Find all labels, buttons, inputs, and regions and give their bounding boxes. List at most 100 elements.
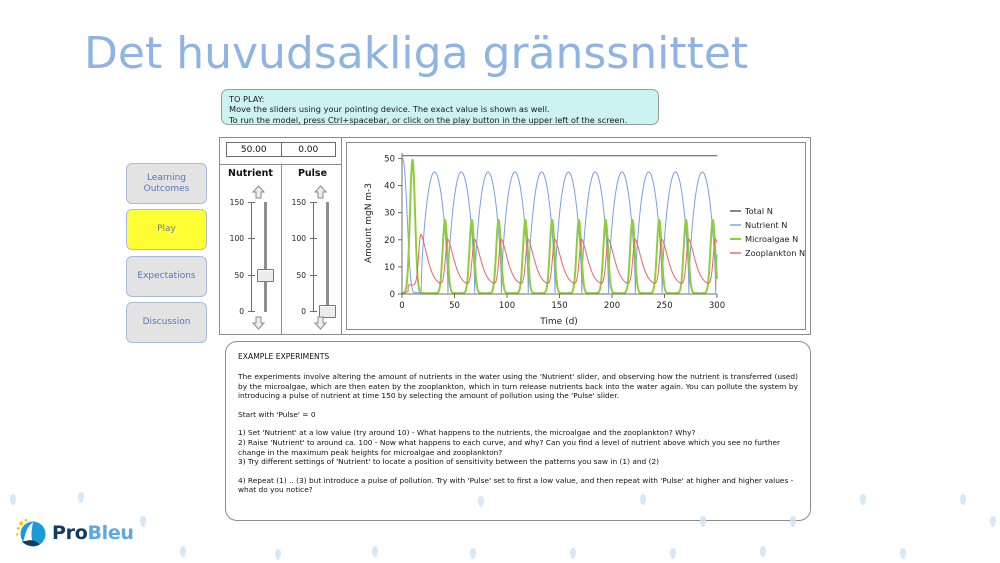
chart-x-ticks: 0 50 100 150 200 250 300	[399, 294, 725, 311]
chart-y-ticks: 0 10 20 30 40 50	[384, 154, 402, 300]
svg-text:250: 250	[656, 301, 672, 311]
experiments-item-2: 2) Raise 'Nutrient' to around ca. 100 - …	[238, 437, 781, 457]
probleu-logo: ProBleu	[14, 515, 159, 551]
sidebar-item-discussion[interactable]: Discussion	[126, 302, 207, 343]
experiments-paragraph-2: Start with 'Pulse' = 0	[238, 409, 316, 419]
svg-text:20: 20	[384, 236, 395, 246]
droplet-icon	[960, 494, 966, 505]
pulse-value-field[interactable]: 0.00	[280, 143, 336, 156]
arrow-up-icon[interactable]	[251, 184, 265, 199]
nutrient-tick-100	[248, 238, 255, 239]
experiments-item-3: 3) Try different settings of 'Nutrient' …	[238, 457, 660, 467]
experiments-item-4: 4) Repeat (1) .. (3) but introduce a pul…	[238, 475, 794, 495]
nutrient-tick-label: 50	[234, 271, 244, 280]
nutrient-slider-handle[interactable]	[257, 269, 274, 282]
experiments-item-1: 1) Set 'Nutrient' at a low value (try ar…	[238, 428, 696, 438]
nutrient-slider-track[interactable]	[264, 202, 267, 312]
droplet-icon	[570, 548, 576, 559]
sidebar-item-label: Play	[157, 224, 176, 234]
to-play-instruction-box: TO PLAY: Move the sliders using your poi…	[221, 89, 659, 125]
pulse-slider-group: Pulse 150 100 50 0	[282, 165, 343, 334]
nutrient-tick-0	[248, 311, 255, 312]
experiments-heading: EXAMPLE EXPERIMENTS	[238, 352, 330, 361]
nutrient-tick-label: 150	[229, 198, 244, 207]
logo-pro-text: Pro	[52, 522, 88, 544]
legend-label: Zooplankton N	[745, 248, 805, 258]
sidebar-item-learning-outcomes[interactable]: Learning Outcomes	[126, 163, 207, 204]
pulse-tick-150	[310, 202, 317, 203]
sidebar-item-label: Expectations	[137, 271, 196, 281]
legend-label: Total N	[744, 206, 773, 216]
nutrient-slider-group: Nutrient 150 100 50 0	[220, 165, 281, 334]
pulse-slider-label: Pulse	[297, 168, 328, 179]
logo-bleu-text: Bleu	[87, 522, 134, 544]
legend-label: Microalgae N	[745, 234, 798, 244]
pulse-tick-label: 100	[291, 234, 306, 243]
to-play-line-1: TO PLAY:	[229, 94, 265, 104]
pulse-tick-50	[310, 275, 317, 276]
svg-text:10: 10	[384, 263, 395, 273]
svg-text:100: 100	[499, 301, 515, 311]
example-experiments-panel: EXAMPLE EXPERIMENTS The experiments invo…	[225, 341, 811, 521]
droplet-icon	[10, 494, 16, 505]
droplet-icon	[860, 494, 866, 505]
svg-text:50: 50	[449, 301, 460, 311]
pulse-tick-label: 0	[301, 307, 306, 316]
chart-legend: Total N Nutrient N Microalgae N Zooplankton…	[730, 206, 805, 258]
legend-label: Nutrient N	[745, 220, 787, 230]
model-output-chart: 0 10 20 30 40 50 0 50 100 150 200 250 300 Amount mg…	[346, 142, 806, 330]
nutrient-value-field[interactable]: 50.00	[227, 143, 281, 156]
droplet-icon	[78, 492, 84, 503]
arrow-down-icon[interactable]	[313, 315, 327, 330]
sidebar-item-label: Learning Outcomes	[143, 172, 190, 194]
experiments-paragraph-1: The experiments involve altering the amo…	[238, 372, 798, 401]
pulse-slider-axis: 150 100 50 0	[288, 198, 343, 318]
to-play-line-2: Move the sliders using your pointing dev…	[229, 104, 550, 115]
model-application-window: 50.00 0.00 Nutrient 150 100 50 0 Pulse 1…	[219, 137, 811, 335]
nutrient-slider-axis: 150 100 50 0	[226, 198, 281, 316]
svg-text:200: 200	[604, 301, 620, 311]
nutrient-tick-label: 100	[229, 234, 244, 243]
pulse-slider-track[interactable]	[326, 202, 329, 312]
pulse-tick-label: 150	[291, 198, 306, 207]
droplet-icon	[760, 546, 766, 557]
pulse-tick-100	[310, 238, 317, 239]
droplet-icon	[470, 548, 476, 559]
chart-svg: 0 10 20 30 40 50 0 50 100 150 200 250 300 Amount mg…	[364, 153, 805, 327]
droplet-icon	[990, 516, 996, 527]
nutrient-tick-150	[248, 202, 255, 203]
nutrient-slider-label: Nutrient	[228, 168, 273, 179]
slider-control-panel: 50.00 0.00 Nutrient 150 100 50 0 Pulse 1…	[220, 138, 342, 334]
arrow-up-icon[interactable]	[313, 184, 327, 199]
sidebar-item-label: Discussion	[142, 317, 191, 327]
pulse-tick-label: 50	[296, 271, 306, 280]
svg-text:0: 0	[390, 290, 395, 300]
pulse-axis-line	[313, 202, 314, 312]
svg-text:30: 30	[384, 209, 395, 219]
droplet-icon	[180, 546, 186, 557]
chart-y-axis-label: Amount mgN m-3	[364, 183, 374, 263]
droplet-icon	[275, 549, 281, 560]
probleu-logo-text: ProBleu	[52, 522, 134, 544]
page-title: Det huvudsakliga gränssnittet	[84, 28, 749, 79]
svg-text:150: 150	[551, 301, 567, 311]
svg-text:40: 40	[384, 182, 395, 192]
nutrient-axis-line	[251, 202, 252, 312]
to-play-line-3: To run the model, press Ctrl+spacebar, o…	[229, 114, 628, 125]
arrow-down-icon[interactable]	[251, 315, 265, 330]
probleu-wave-logo-icon	[15, 519, 46, 547]
droplet-icon	[670, 548, 676, 559]
svg-text:300: 300	[709, 301, 725, 311]
svg-text:0: 0	[399, 301, 404, 311]
droplet-icon	[372, 546, 378, 557]
chart-series-microalgae-n	[401, 158, 718, 295]
pulse-tick-0	[310, 311, 317, 312]
nutrient-tick-50	[248, 275, 255, 276]
sidebar-item-expectations[interactable]: Expectations	[126, 256, 207, 297]
nutrient-tick-label: 0	[239, 307, 244, 316]
sidebar-item-play[interactable]: Play	[126, 209, 207, 250]
svg-text:50: 50	[384, 154, 395, 164]
chart-x-axis-label: Time (d)	[539, 317, 578, 327]
droplet-icon	[900, 548, 906, 559]
value-readout-row: 50.00 0.00	[226, 142, 336, 157]
